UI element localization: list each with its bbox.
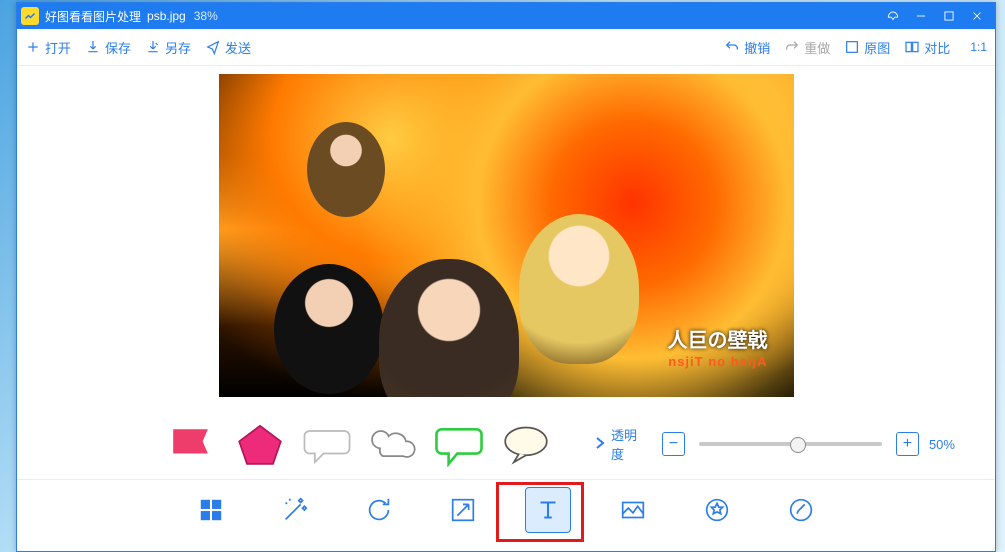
maximize-button[interactable] — [935, 6, 963, 26]
slider-thumb[interactable] — [790, 437, 806, 453]
tool-magic[interactable] — [273, 488, 317, 532]
open-label: 打开 — [45, 38, 71, 57]
artwork-figure — [307, 122, 385, 217]
tool-brush[interactable] — [779, 488, 823, 532]
opacity-slider[interactable] — [699, 442, 882, 446]
app-window: 好图看看图片处理 psb.jpg 38% 打开 保存 另存 — [16, 2, 996, 552]
artwork-figure — [274, 264, 384, 394]
ratio-button[interactable]: 1:1 — [970, 40, 987, 54]
bubble-shape-oval[interactable] — [499, 420, 553, 468]
bubble-shape-pentagon[interactable] — [233, 420, 287, 468]
tool-frame[interactable] — [611, 488, 655, 532]
canvas-area: 人巨の壁戟 nsjiT no hsijA — [17, 66, 995, 409]
send-label: 发送 — [225, 38, 251, 57]
redo-label: 重做 — [804, 38, 830, 57]
send-button[interactable]: 发送 — [205, 38, 251, 57]
feedback-icon[interactable] — [879, 6, 907, 26]
opacity-control: 透明度 − + 50% — [595, 425, 955, 463]
opacity-label: 透明度 — [611, 425, 649, 463]
undo-button[interactable]: 撤销 — [724, 38, 770, 57]
original-label: 原图 — [864, 38, 890, 57]
bubble-shape-speech[interactable] — [300, 420, 354, 468]
compare-label: 对比 — [924, 38, 950, 57]
bubble-shape-row: 透明度 − + 50% — [17, 409, 995, 479]
opacity-value: 50% — [929, 437, 955, 452]
tool-sticker[interactable] — [695, 488, 739, 532]
chevron-right-icon — [595, 437, 605, 452]
tool-crop[interactable] — [189, 488, 233, 532]
artwork-title-en: nsjiT no hsijA — [668, 354, 767, 369]
minimize-button[interactable] — [907, 6, 935, 26]
tool-resize[interactable] — [441, 488, 485, 532]
undo-label: 撤销 — [744, 38, 770, 57]
toolbar: 打开 保存 另存 发送 撤销 重做 — [17, 29, 995, 66]
artwork-title-jp: 人巨の壁戟 — [668, 324, 768, 353]
tool-rotate[interactable] — [357, 488, 401, 532]
app-icon — [21, 7, 39, 25]
original-button[interactable]: 原图 — [844, 38, 890, 57]
tool-text[interactable] — [525, 487, 571, 533]
redo-button: 重做 — [784, 38, 830, 57]
open-button[interactable]: 打开 — [25, 38, 71, 57]
compare-button[interactable]: 对比 — [904, 38, 950, 57]
title-zoom: 38% — [194, 9, 218, 23]
titlebar: 好图看看图片处理 psb.jpg 38% — [17, 3, 995, 29]
title-app: 好图看看图片处理 — [45, 8, 141, 25]
save-button[interactable]: 保存 — [85, 38, 131, 57]
saveas-label: 另存 — [165, 38, 191, 57]
artwork-figure — [519, 214, 639, 364]
image-preview[interactable]: 人巨の壁戟 nsjiT no hsijA — [219, 74, 794, 397]
opacity-decrease-button[interactable]: − — [662, 432, 685, 456]
saveas-button[interactable]: 另存 — [145, 38, 191, 57]
bottom-toolstrip — [17, 479, 995, 540]
close-button[interactable] — [963, 6, 991, 26]
opacity-increase-button[interactable]: + — [896, 432, 919, 456]
title-file: psb.jpg — [147, 9, 186, 23]
bubble-shape-rounded-green[interactable] — [432, 420, 486, 468]
save-label: 保存 — [105, 38, 131, 57]
bubble-shape-flag[interactable] — [167, 420, 221, 468]
bubble-shape-cloud[interactable] — [366, 420, 420, 468]
